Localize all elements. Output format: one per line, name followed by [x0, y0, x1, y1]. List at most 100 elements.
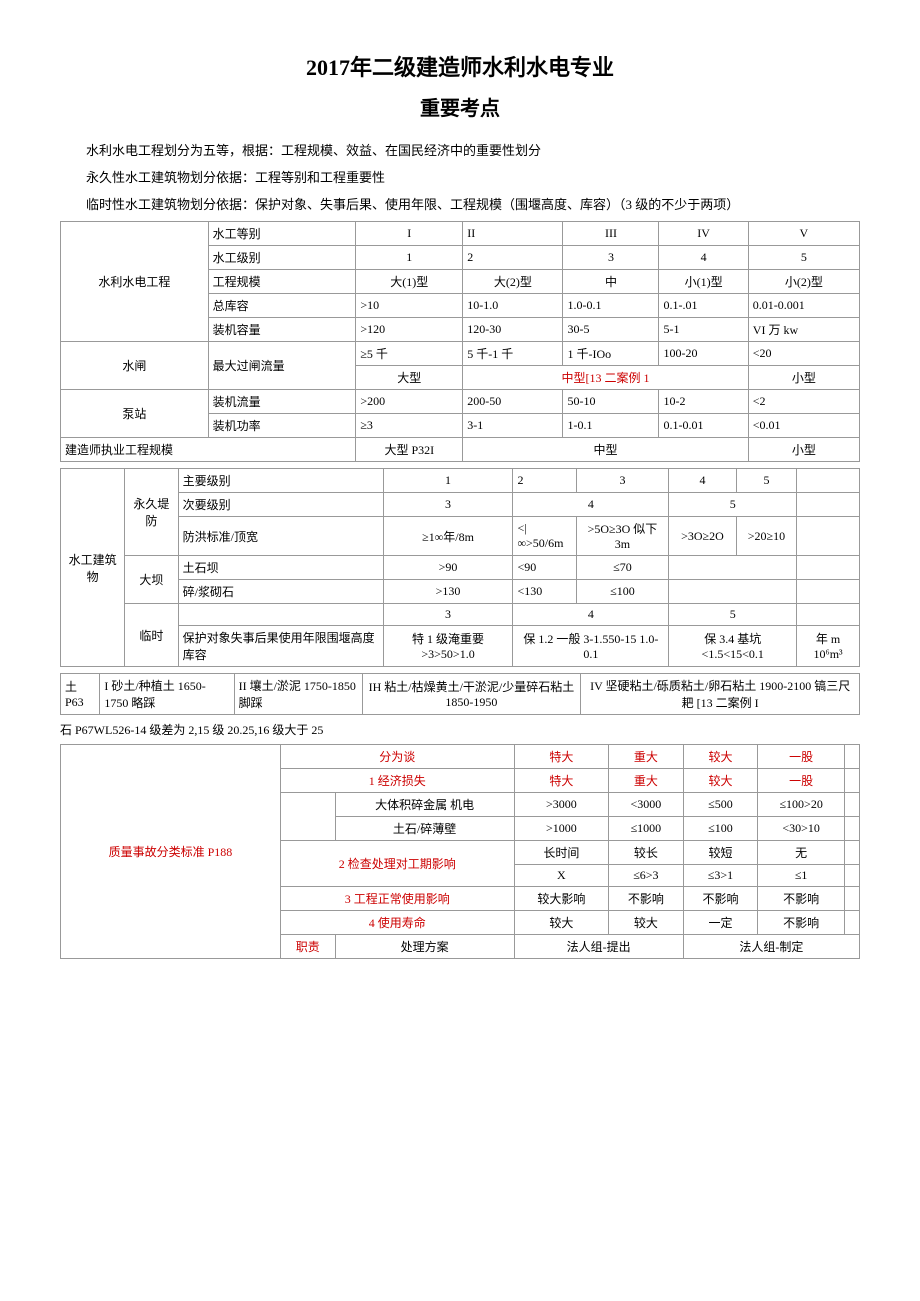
cell: ≤500	[683, 793, 758, 817]
cell: 不影响	[609, 887, 684, 911]
cell: ≤100	[683, 817, 758, 841]
cell: 200-50	[463, 390, 563, 414]
table-row: 建造师执业工程规模 大型 P32I 中型 小型	[61, 438, 860, 462]
cell: 水利水电工程	[61, 222, 209, 342]
cell: >3000	[514, 793, 608, 817]
cell: ≤70	[576, 556, 669, 580]
cell: 中	[563, 270, 659, 294]
cell: 10-2	[659, 390, 748, 414]
cell: 不影响	[758, 887, 845, 911]
cell: 4	[669, 469, 736, 493]
cell: 2	[513, 469, 576, 493]
cell: 大体积碎金属 机电	[335, 793, 514, 817]
cell: <2	[748, 390, 859, 414]
cell: 30-5	[563, 318, 659, 342]
cell: 5	[669, 604, 797, 626]
table-grades: 水利水电工程 水工等别 I II III IV V 水工级别 1 2 3 4 5…	[60, 221, 860, 462]
cell: II	[463, 222, 563, 246]
cell: 土 P63	[61, 674, 100, 715]
cell: <0.01	[748, 414, 859, 438]
cell: 5 千-1 千	[463, 342, 563, 366]
cell: 水闸	[61, 342, 209, 390]
cell: 永久堤防	[125, 469, 178, 556]
cell: V	[748, 222, 859, 246]
cell: 120-30	[463, 318, 563, 342]
cell: 1.0-0.1	[563, 294, 659, 318]
cell: 4	[659, 246, 748, 270]
cell: <3000	[609, 793, 684, 817]
cell: 临时	[125, 604, 178, 667]
cell: 长时间	[514, 841, 608, 865]
cell: 特大	[514, 745, 608, 769]
cell: 处理方案	[335, 935, 514, 959]
cell: 大(2)型	[463, 270, 563, 294]
cell: 保 3.4 基坑 <1.5<15<0.1	[669, 626, 797, 667]
cell: 1	[356, 246, 463, 270]
cell: >1000	[514, 817, 608, 841]
cell: 小型	[748, 438, 859, 462]
cell: 4	[513, 493, 669, 517]
cell: 特大	[514, 769, 608, 793]
cell: ≤1	[758, 865, 845, 887]
cell: 1 经济损失	[280, 769, 514, 793]
cell: 一定	[683, 911, 758, 935]
cell: 特 1 级淹重要 >3>50>1.0	[383, 626, 513, 667]
cell: 小(1)型	[659, 270, 748, 294]
cell: 年 m 10⁶m³	[797, 626, 860, 667]
cell: >10	[356, 294, 463, 318]
cell: 主要级别	[178, 469, 383, 493]
note-rock: 石 P67WL526-14 级差为 2,15 级 20.25,16 级大于 25	[60, 721, 860, 738]
cell: 5	[736, 469, 797, 493]
table-row: 土 P63 I 砂土/种植土 1650-1750 略踩 II 壤土/淤泥 175…	[61, 674, 860, 715]
cell: 100-20	[659, 342, 748, 366]
cell: 职责	[280, 935, 335, 959]
cell: ≤100>20	[758, 793, 845, 817]
cell: IV	[659, 222, 748, 246]
cell: 装机流量	[208, 390, 356, 414]
cell: 水工级别	[208, 246, 356, 270]
cell: 2	[463, 246, 563, 270]
cell: 小型	[748, 366, 859, 390]
cell: 泵站	[61, 390, 209, 438]
cell: 较大	[683, 769, 758, 793]
cell: VI 万 kw	[748, 318, 859, 342]
cell: <90	[513, 556, 576, 580]
cell: >5O≥3O 似下 3m	[576, 517, 669, 556]
cell: ≤3>1	[683, 865, 758, 887]
cell: 水工建筑物	[61, 469, 125, 667]
cell: >130	[383, 580, 513, 604]
cell: 1 千-IOo	[563, 342, 659, 366]
cell: 较大影响	[514, 887, 608, 911]
cell: 总库容	[208, 294, 356, 318]
cell: 大坝	[125, 556, 178, 604]
cell: 保护对象失事后果使用年限围堰高度库容	[178, 626, 383, 667]
table-soil: 土 P63 I 砂土/种植土 1650-1750 略踩 II 壤土/淤泥 175…	[60, 673, 860, 715]
cell: I 砂土/种植土 1650-1750 略踩	[100, 674, 234, 715]
cell: 小(2)型	[748, 270, 859, 294]
cell: 1-0.1	[563, 414, 659, 438]
cell: 较长	[609, 841, 684, 865]
cell: 3 工程正常使用影响	[280, 887, 514, 911]
cell: ≤1000	[609, 817, 684, 841]
cell: 碎/浆砌石	[178, 580, 383, 604]
cell: 较大	[609, 911, 684, 935]
cell: 3-1	[463, 414, 563, 438]
cell: 无	[758, 841, 845, 865]
cell: 3	[383, 604, 513, 626]
cell: 3	[576, 469, 669, 493]
cell: 建造师执业工程规模	[61, 438, 356, 462]
cell: 工程规模	[208, 270, 356, 294]
para-3: 临时性水工建筑物划分依据：保护对象、失事后果、使用年限、工程规模（围堰高度、库容…	[60, 195, 860, 216]
cell: 分为谈	[280, 745, 514, 769]
cell: 防洪标准/顶宽	[178, 517, 383, 556]
cell: <30>10	[758, 817, 845, 841]
cell: II 壤土/淤泥 1750-1850 脚踩	[234, 674, 362, 715]
table-row: 碎/浆砌石 >130 <130 ≤100	[61, 580, 860, 604]
cell: 不影响	[758, 911, 845, 935]
table-row: 泵站 装机流量 >200 200-50 50-10 10-2 <2	[61, 390, 860, 414]
cell: 0.1-.01	[659, 294, 748, 318]
cell: 法人组-提出	[514, 935, 683, 959]
cell: 1	[383, 469, 513, 493]
cell: 2 检查处理对工期影响	[280, 841, 514, 887]
cell: 质量事故分类标准 P188	[61, 745, 281, 959]
